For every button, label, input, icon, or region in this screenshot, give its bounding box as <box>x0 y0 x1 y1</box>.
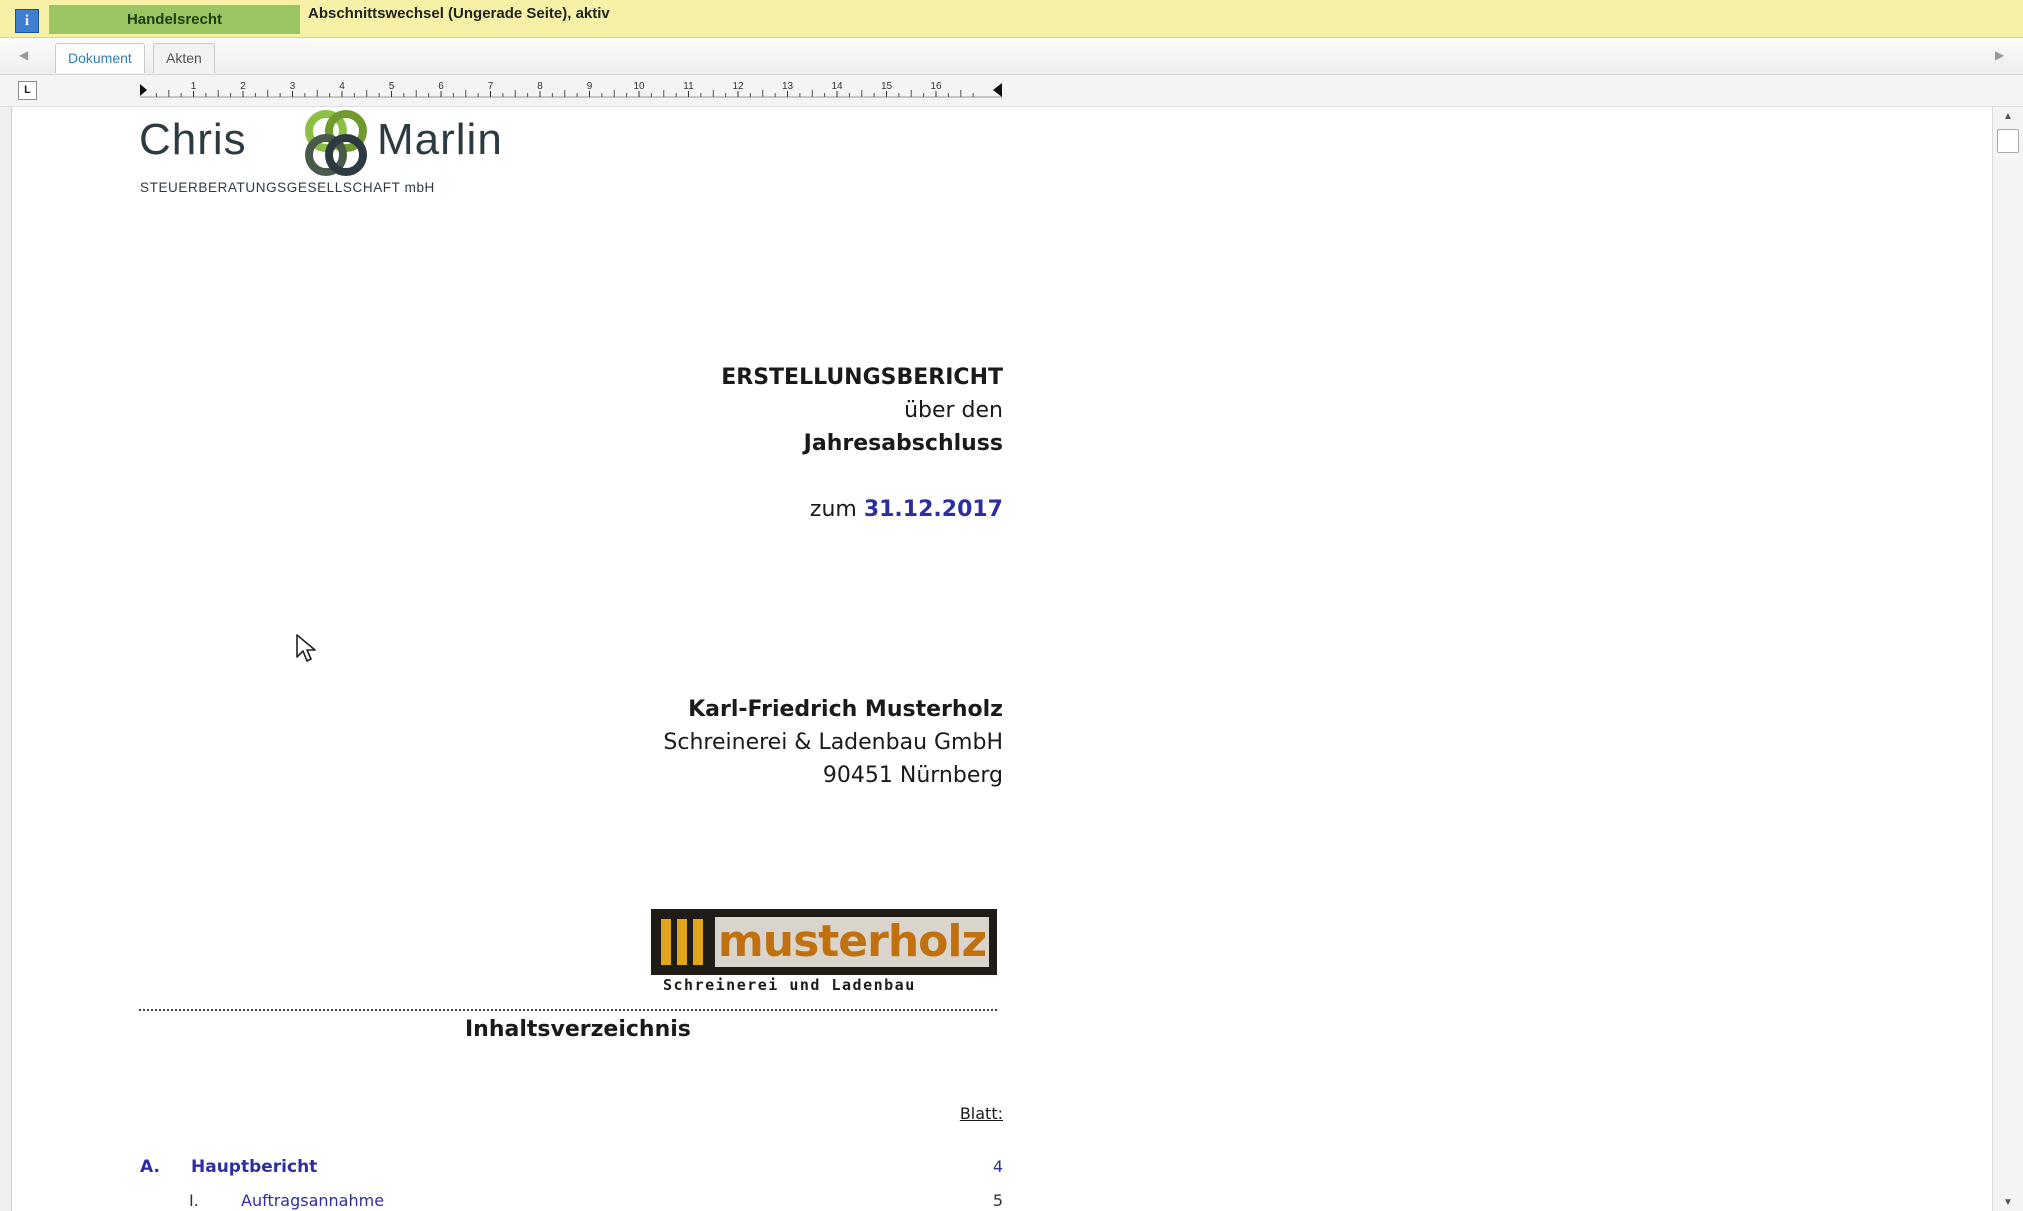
report-title: ERSTELLUNGSBERICHT <box>721 365 1003 390</box>
toc-entry-label[interactable]: Auftragsannahme <box>241 1191 384 1210</box>
ruler-number: 15 <box>881 81 893 92</box>
tab-stop-selector[interactable]: L <box>18 81 37 100</box>
left-indent-marker-icon <box>140 84 147 96</box>
musterholz-logo: musterholz Schreinerei und Ladenbau <box>651 909 1011 1001</box>
ruler-number: 11 <box>683 81 694 92</box>
report-date: zum 31.12.2017 <box>810 497 1003 522</box>
section-label[interactable]: Handelsrecht <box>49 5 300 34</box>
ruler-number: 5 <box>389 81 395 92</box>
logo-name-left: Chris <box>139 115 247 164</box>
scrollbar-thumb[interactable] <box>1997 129 2019 153</box>
ruler-number: 3 <box>290 81 296 92</box>
ruler-number: 1 <box>191 81 197 92</box>
ruler-number: 14 <box>831 81 843 92</box>
tab-strip: ◀ Dokument Akten ▶ <box>0 38 2023 75</box>
ruler-number: 16 <box>930 81 942 92</box>
document-page[interactable]: Chris Marlin STEUERBERATUNGSGESELLSCHAFT… <box>12 107 1992 1211</box>
musterholz-subtitle: Schreinerei und Ladenbau <box>663 976 916 994</box>
ruler-bar: L 1 2 3 4 5 6 7 8 9 10 11 12 13 14 15 16 <box>0 75 2023 107</box>
scroll-right-icon[interactable]: ▶ <box>1995 48 2004 62</box>
ruler-number: 2 <box>240 81 246 92</box>
ruler-number: 7 <box>488 81 494 92</box>
ruler-number: 12 <box>732 81 744 92</box>
info-icon[interactable]: i <box>15 9 39 33</box>
section-status-text: Abschnittswechsel (Ungerade Seite), akti… <box>308 5 610 22</box>
logo-name-right: Marlin <box>377 115 503 164</box>
scroll-up-icon[interactable]: ▲ <box>2003 111 2013 122</box>
date-prefix: zum <box>809 497 857 522</box>
chris-marlin-logo: Chris Marlin STEUERBERATUNGSGESELLSCHAFT… <box>139 108 549 203</box>
client-company: Schreinerei & Ladenbau GmbH <box>663 730 1003 755</box>
mouse-pointer-icon <box>296 634 316 662</box>
divider <box>139 1009 997 1011</box>
left-margin-strip <box>0 107 12 1211</box>
logo-rings-icon <box>305 110 367 176</box>
scroll-down-icon[interactable]: ▼ <box>2003 1197 2013 1208</box>
report-subject: Jahresabschluss <box>803 431 1003 456</box>
ruler-number: 9 <box>587 81 593 92</box>
vertical-scrollbar[interactable]: ▲ ▼ <box>1992 107 2023 1211</box>
report-subtitle: über den <box>904 398 1003 423</box>
toc-entry-label[interactable]: Hauptbericht <box>191 1157 317 1177</box>
toc-page-column-label: Blatt: <box>959 1104 1003 1123</box>
date-value: 31.12.2017 <box>863 497 1003 522</box>
ruler-number: 8 <box>537 81 543 92</box>
ruler-number: 6 <box>438 81 444 92</box>
logo-tagline: STEUERBERATUNGSGESELLSCHAFT mbH <box>140 180 435 195</box>
right-indent-marker-icon <box>993 83 1002 97</box>
scroll-left-icon[interactable]: ◀ <box>19 48 28 62</box>
ruler-number: 4 <box>339 81 345 92</box>
tab-dokument[interactable]: Dokument <box>55 43 145 73</box>
status-bar: i Handelsrecht Abschnittswechsel (Ungera… <box>0 0 2023 38</box>
ruler-number: 10 <box>633 81 645 92</box>
toc-heading: Inhaltsverzeichnis <box>465 1017 691 1042</box>
horizontal-ruler[interactable]: 1 2 3 4 5 6 7 8 9 10 11 12 13 14 15 16 <box>140 75 1002 106</box>
client-city: 90451 Nürnberg <box>822 763 1003 788</box>
client-name: Karl-Friedrich Musterholz <box>688 697 1003 722</box>
ruler-number: 13 <box>782 81 794 92</box>
toc-entry-page: 4 <box>992 1157 1003 1176</box>
musterholz-bars-icon <box>661 919 709 965</box>
toc-entry-number: I. <box>189 1191 199 1210</box>
musterholz-word: musterholz <box>715 917 989 967</box>
tab-akten[interactable]: Akten <box>153 43 215 73</box>
toc-entry-number: A. <box>140 1157 160 1177</box>
toc-entry-page: 5 <box>992 1191 1003 1210</box>
